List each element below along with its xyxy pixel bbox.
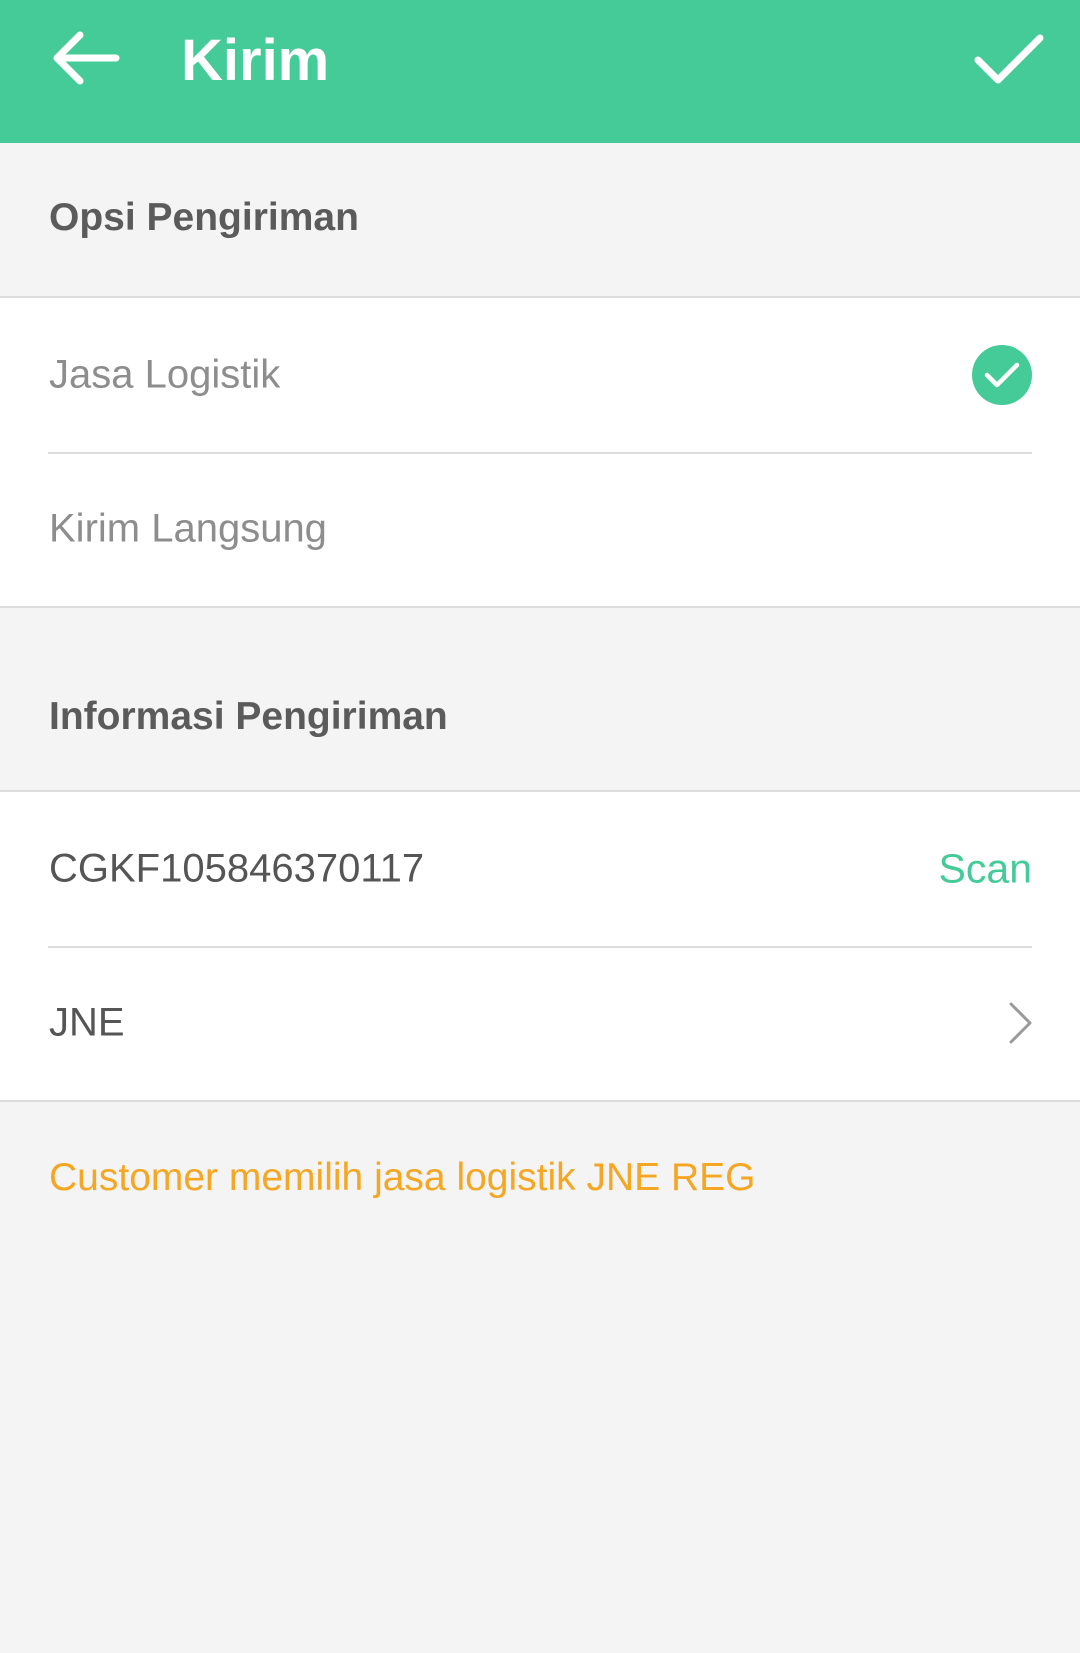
confirm-button[interactable] (964, 22, 1054, 102)
option-label: Kirim Langsung (49, 506, 327, 551)
page-title: Kirim (181, 28, 330, 93)
courier-note: Customer memilih jasa logistik JNE REG (49, 1156, 756, 1199)
option-kirim-langsung[interactable]: Kirim Langsung (0, 452, 1080, 606)
checkmark-icon (974, 34, 1044, 91)
option-label: Jasa Logistik (49, 352, 281, 397)
section-title-shipping-info: Informasi Pengiriman (49, 695, 448, 738)
app-bar: Kirim (0, 0, 1080, 143)
option-jasa-logistik[interactable]: Jasa Logistik (0, 298, 1080, 452)
scan-button[interactable]: Scan (939, 846, 1032, 893)
arrow-left-icon (50, 30, 120, 91)
back-button[interactable] (40, 25, 130, 95)
section-title-shipping-options: Opsi Pengiriman (49, 196, 359, 239)
shipping-info-section-header: Informasi Pengiriman (0, 608, 1080, 790)
check-circle-icon (972, 345, 1032, 405)
tracking-number-row: CGKF105846370117 Scan (0, 792, 1080, 946)
shipping-options-section-header: Opsi Pengiriman (0, 143, 1080, 298)
shipping-info-list: CGKF105846370117 Scan JNE (0, 790, 1080, 1102)
courier-label: JNE (49, 1000, 125, 1045)
shipping-options-list: Jasa Logistik Kirim Langsung (0, 296, 1080, 608)
tracking-number-field[interactable]: CGKF105846370117 (49, 847, 424, 892)
courier-row[interactable]: JNE (0, 946, 1080, 1100)
chevron-right-icon (1006, 1000, 1036, 1046)
